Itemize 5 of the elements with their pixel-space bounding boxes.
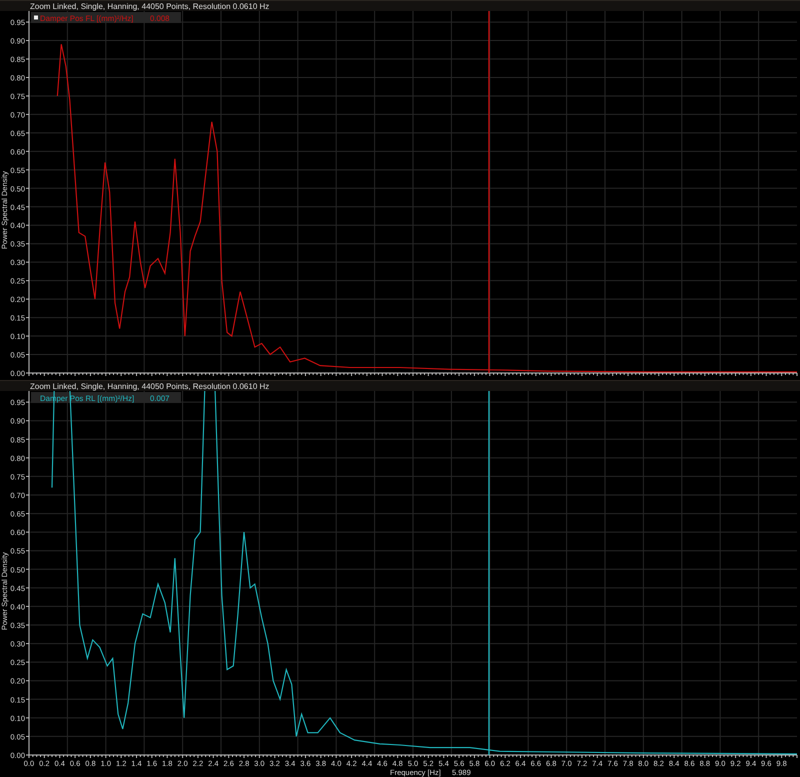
chart-header: Zoom Linked, Single, Hanning, 44050 Points, Resolution 0.0610 Hz xyxy=(0,380,800,391)
cursor-line[interactable] xyxy=(488,11,490,373)
cursor-line[interactable] xyxy=(488,391,490,755)
chart-header: Zoom Linked, Single, Hanning, 44050 Points, Resolution 0.0610 Hz xyxy=(0,0,800,11)
legend-marker-icon xyxy=(34,16,38,20)
